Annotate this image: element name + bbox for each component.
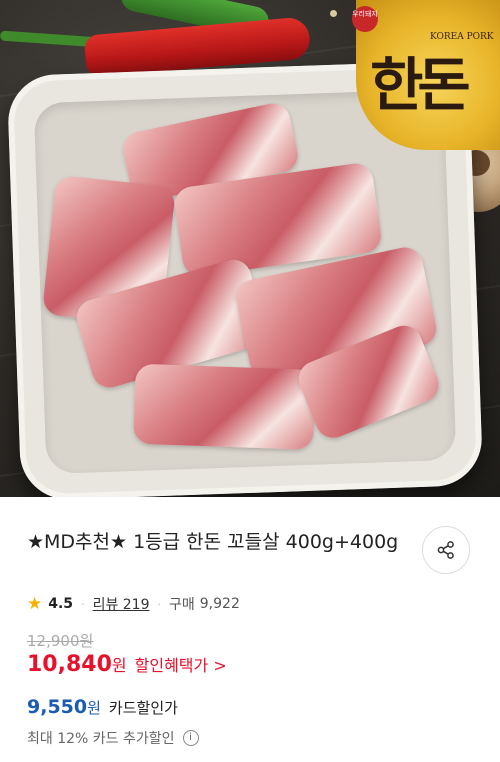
brand-logo: 우리돼지 한돈 KOREA PORK xyxy=(352,0,500,150)
star-icon: ★ xyxy=(27,594,43,614)
extra-discount-row: 최대 12% 카드 추가할인 i xyxy=(27,728,199,748)
review-link[interactable]: 리뷰 219 xyxy=(93,594,150,614)
sale-price-row[interactable]: 10,840 원 할인혜택가 > xyxy=(27,652,227,677)
pork-slice xyxy=(133,363,316,450)
logo-text: KOREA PORK xyxy=(430,32,494,42)
purchase-count: 9,922 xyxy=(199,596,240,612)
card-price-label: 카드할인가 xyxy=(108,699,178,717)
separator-dot: · xyxy=(81,597,85,611)
original-price: 12,900원 xyxy=(27,632,94,650)
card-price: 9,550 xyxy=(27,696,88,718)
info-icon[interactable]: i xyxy=(182,730,199,746)
rating-value: 4.5 xyxy=(48,596,74,612)
purchase-label: 구매 xyxy=(169,597,195,613)
separator-dot: · xyxy=(157,597,162,611)
share-icon xyxy=(437,541,454,559)
extra-discount-text: 최대 12% 카드 추가할인 xyxy=(27,731,175,747)
product-title: ★MD추천★ 1등급 한돈 꼬들살 400g+400g xyxy=(27,531,399,553)
rating-row: ★ 4.5 · 리뷰 219 · 구매 9,922 xyxy=(27,594,240,614)
sale-price-unit: 원 xyxy=(111,656,127,675)
card-price-unit: 원 xyxy=(87,699,101,717)
sale-price: 10,840 xyxy=(27,652,112,677)
plate-inner xyxy=(33,88,457,475)
discount-benefit-link[interactable]: 할인혜택가 > xyxy=(135,652,227,676)
product-info-panel: ★MD추천★ 1등급 한돈 꼬들살 400g+400g ★ 4.5 · 리뷰 2… xyxy=(0,497,500,762)
product-image[interactable]: 우리돼지 한돈 KOREA PORK xyxy=(0,0,500,497)
logo-mark: 한돈 xyxy=(370,51,471,119)
card-price-row: 9,550 원 카드할인가 xyxy=(27,696,178,718)
share-button[interactable] xyxy=(422,526,470,574)
pepper-seed xyxy=(330,10,337,17)
logo-badge: 우리돼지 xyxy=(352,6,378,32)
